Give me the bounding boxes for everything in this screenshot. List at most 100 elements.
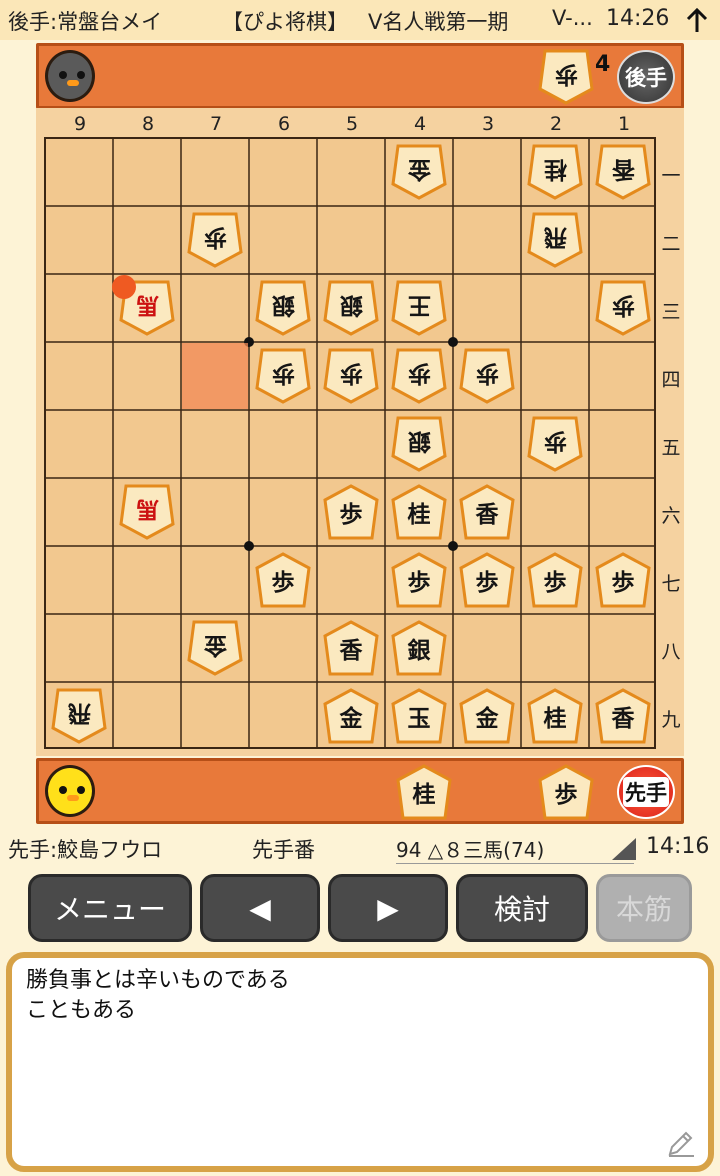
rank-label: 八 — [661, 641, 681, 663]
piece-label: 銀 — [407, 637, 431, 664]
board-piece-5-4[interactable]: 歩 — [322, 348, 380, 404]
piece-label: 香 — [475, 501, 499, 528]
board-piece-3-4[interactable]: 歩 — [458, 348, 516, 404]
board-piece-1-1[interactable]: 香 — [594, 144, 652, 200]
piece-label: 歩 — [339, 360, 363, 387]
piece-label: 馬 — [135, 496, 159, 523]
info-bar: 先手:鮫島フウロ 先手番 94 △８三馬(74) 14:16 — [0, 830, 720, 866]
board-piece-2-2[interactable]: 飛 — [526, 212, 584, 268]
move-selector[interactable]: 94 △８三馬(74) — [396, 834, 634, 864]
board-piece-2-5[interactable]: 歩 — [526, 416, 584, 472]
rank-label: 七 — [661, 573, 681, 595]
board-piece-1-7[interactable]: 歩 — [594, 552, 652, 608]
board-piece-3-7[interactable]: 歩 — [458, 552, 516, 608]
board-piece-6-7[interactable]: 歩 — [254, 552, 312, 608]
board-piece-4-9[interactable]: 玉 — [390, 688, 448, 744]
back-button[interactable]: ◀ — [200, 874, 320, 942]
board-piece-9-9[interactable]: 飛 — [50, 688, 108, 744]
rank-label: 四 — [661, 369, 681, 391]
board-piece-1-9[interactable]: 香 — [594, 688, 652, 744]
analyze-button[interactable]: 検討 — [456, 874, 588, 942]
board-piece-2-9[interactable]: 桂 — [526, 688, 584, 744]
shogi-board[interactable]: 金桂香歩飛馬銀銀王歩歩歩歩歩銀歩馬歩桂香歩歩歩歩歩金香銀飛金玉金桂香 — [44, 137, 656, 749]
star-point — [244, 541, 254, 551]
rank-label: 五 — [661, 437, 681, 459]
piece-label: 馬 — [135, 292, 159, 319]
forward-button[interactable]: ▶ — [328, 874, 448, 942]
board-piece-4-6[interactable]: 桂 — [390, 484, 448, 540]
file-label: 5 — [345, 113, 359, 135]
event-name: V名人戦第一期 — [368, 10, 509, 34]
star-point — [448, 337, 458, 347]
piece-label: 桂 — [543, 705, 567, 732]
menu-button-label: メニュー — [53, 893, 166, 926]
piece-label: 歩 — [475, 569, 499, 596]
forward-arrow-icon: ▶ — [377, 891, 399, 925]
piece-label: 飛 — [543, 224, 567, 251]
hand-piece-gote[interactable]: 歩 — [537, 49, 595, 105]
app-title: 【ぴよ将棋】 — [222, 10, 348, 34]
dropdown-triangle-icon[interactable] — [612, 838, 636, 860]
comment-box[interactable]: 勝負事とは辛いものである こともある — [6, 952, 714, 1172]
board-piece-7-2[interactable]: 歩 — [186, 212, 244, 268]
board-piece-7-8[interactable]: 金 — [186, 620, 244, 676]
board-piece-3-6[interactable]: 香 — [458, 484, 516, 540]
piece-label: 香 — [611, 156, 635, 183]
piece-label: 香 — [611, 705, 635, 732]
piece-label: 香 — [339, 637, 363, 664]
board-piece-4-8[interactable]: 銀 — [390, 620, 448, 676]
file-label: 9 — [73, 113, 87, 135]
board-piece-1-3[interactable]: 歩 — [594, 280, 652, 336]
piece-label: 歩 — [554, 781, 578, 808]
sente-badge-label: 先手 — [623, 777, 669, 807]
board-piece-8-6[interactable]: 馬 — [118, 484, 176, 540]
turn-indicator: 先手番 — [252, 838, 315, 862]
last-move-marker — [112, 275, 136, 299]
gote-badge: 後手 — [617, 50, 675, 104]
rank-label: 二 — [661, 233, 681, 255]
piece-label: 金 — [339, 705, 363, 732]
piece-label: 歩 — [407, 569, 431, 596]
pencil-icon[interactable] — [666, 1128, 696, 1158]
sente-badge: 先手 — [617, 765, 675, 819]
hand-piece-sente[interactable]: 歩 — [537, 764, 595, 820]
sente-piece-stand: 桂 歩 先手 — [36, 758, 684, 824]
rank-label: 六 — [661, 505, 681, 527]
piece-label: 歩 — [543, 428, 567, 455]
file-label: 8 — [141, 113, 155, 135]
hand-piece-sente[interactable]: 桂 — [395, 764, 453, 820]
piece-label: 桂 — [412, 781, 436, 808]
comment-line-2: こともある — [26, 998, 137, 1023]
board-piece-5-3[interactable]: 銀 — [322, 280, 380, 336]
piece-label: 歩 — [271, 360, 295, 387]
piece-label: 歩 — [543, 569, 567, 596]
board-piece-4-7[interactable]: 歩 — [390, 552, 448, 608]
menu-button[interactable]: メニュー — [28, 874, 192, 942]
up-arrow-icon[interactable] — [686, 8, 708, 34]
piece-label: 歩 — [339, 501, 363, 528]
board-piece-2-1[interactable]: 桂 — [526, 144, 584, 200]
board-piece-6-3[interactable]: 銀 — [254, 280, 312, 336]
clock: 14:26 — [606, 6, 670, 31]
elapsed-time: 14:16 — [646, 834, 710, 859]
piece-label: 金 — [203, 632, 227, 659]
board-piece-5-6[interactable]: 歩 — [322, 484, 380, 540]
back-arrow-icon: ◀ — [249, 891, 271, 925]
board-piece-4-5[interactable]: 銀 — [390, 416, 448, 472]
board-piece-4-4[interactable]: 歩 — [390, 348, 448, 404]
piece-label: 飛 — [67, 700, 91, 727]
board-piece-4-3[interactable]: 王 — [390, 280, 448, 336]
rank-label: 九 — [661, 709, 681, 731]
piece-label: 歩 — [611, 569, 635, 596]
piece-label: 歩 — [475, 360, 499, 387]
board-piece-5-8[interactable]: 香 — [322, 620, 380, 676]
comment-line-1: 勝負事とは辛いものである — [26, 968, 290, 993]
board-piece-6-4[interactable]: 歩 — [254, 348, 312, 404]
file-label: 2 — [549, 113, 563, 135]
board-piece-4-1[interactable]: 金 — [390, 144, 448, 200]
board-piece-2-7[interactable]: 歩 — [526, 552, 584, 608]
file-label: 4 — [413, 113, 427, 135]
gote-badge-label: 後手 — [625, 66, 667, 90]
board-piece-5-9[interactable]: 金 — [322, 688, 380, 744]
board-piece-3-9[interactable]: 金 — [458, 688, 516, 744]
